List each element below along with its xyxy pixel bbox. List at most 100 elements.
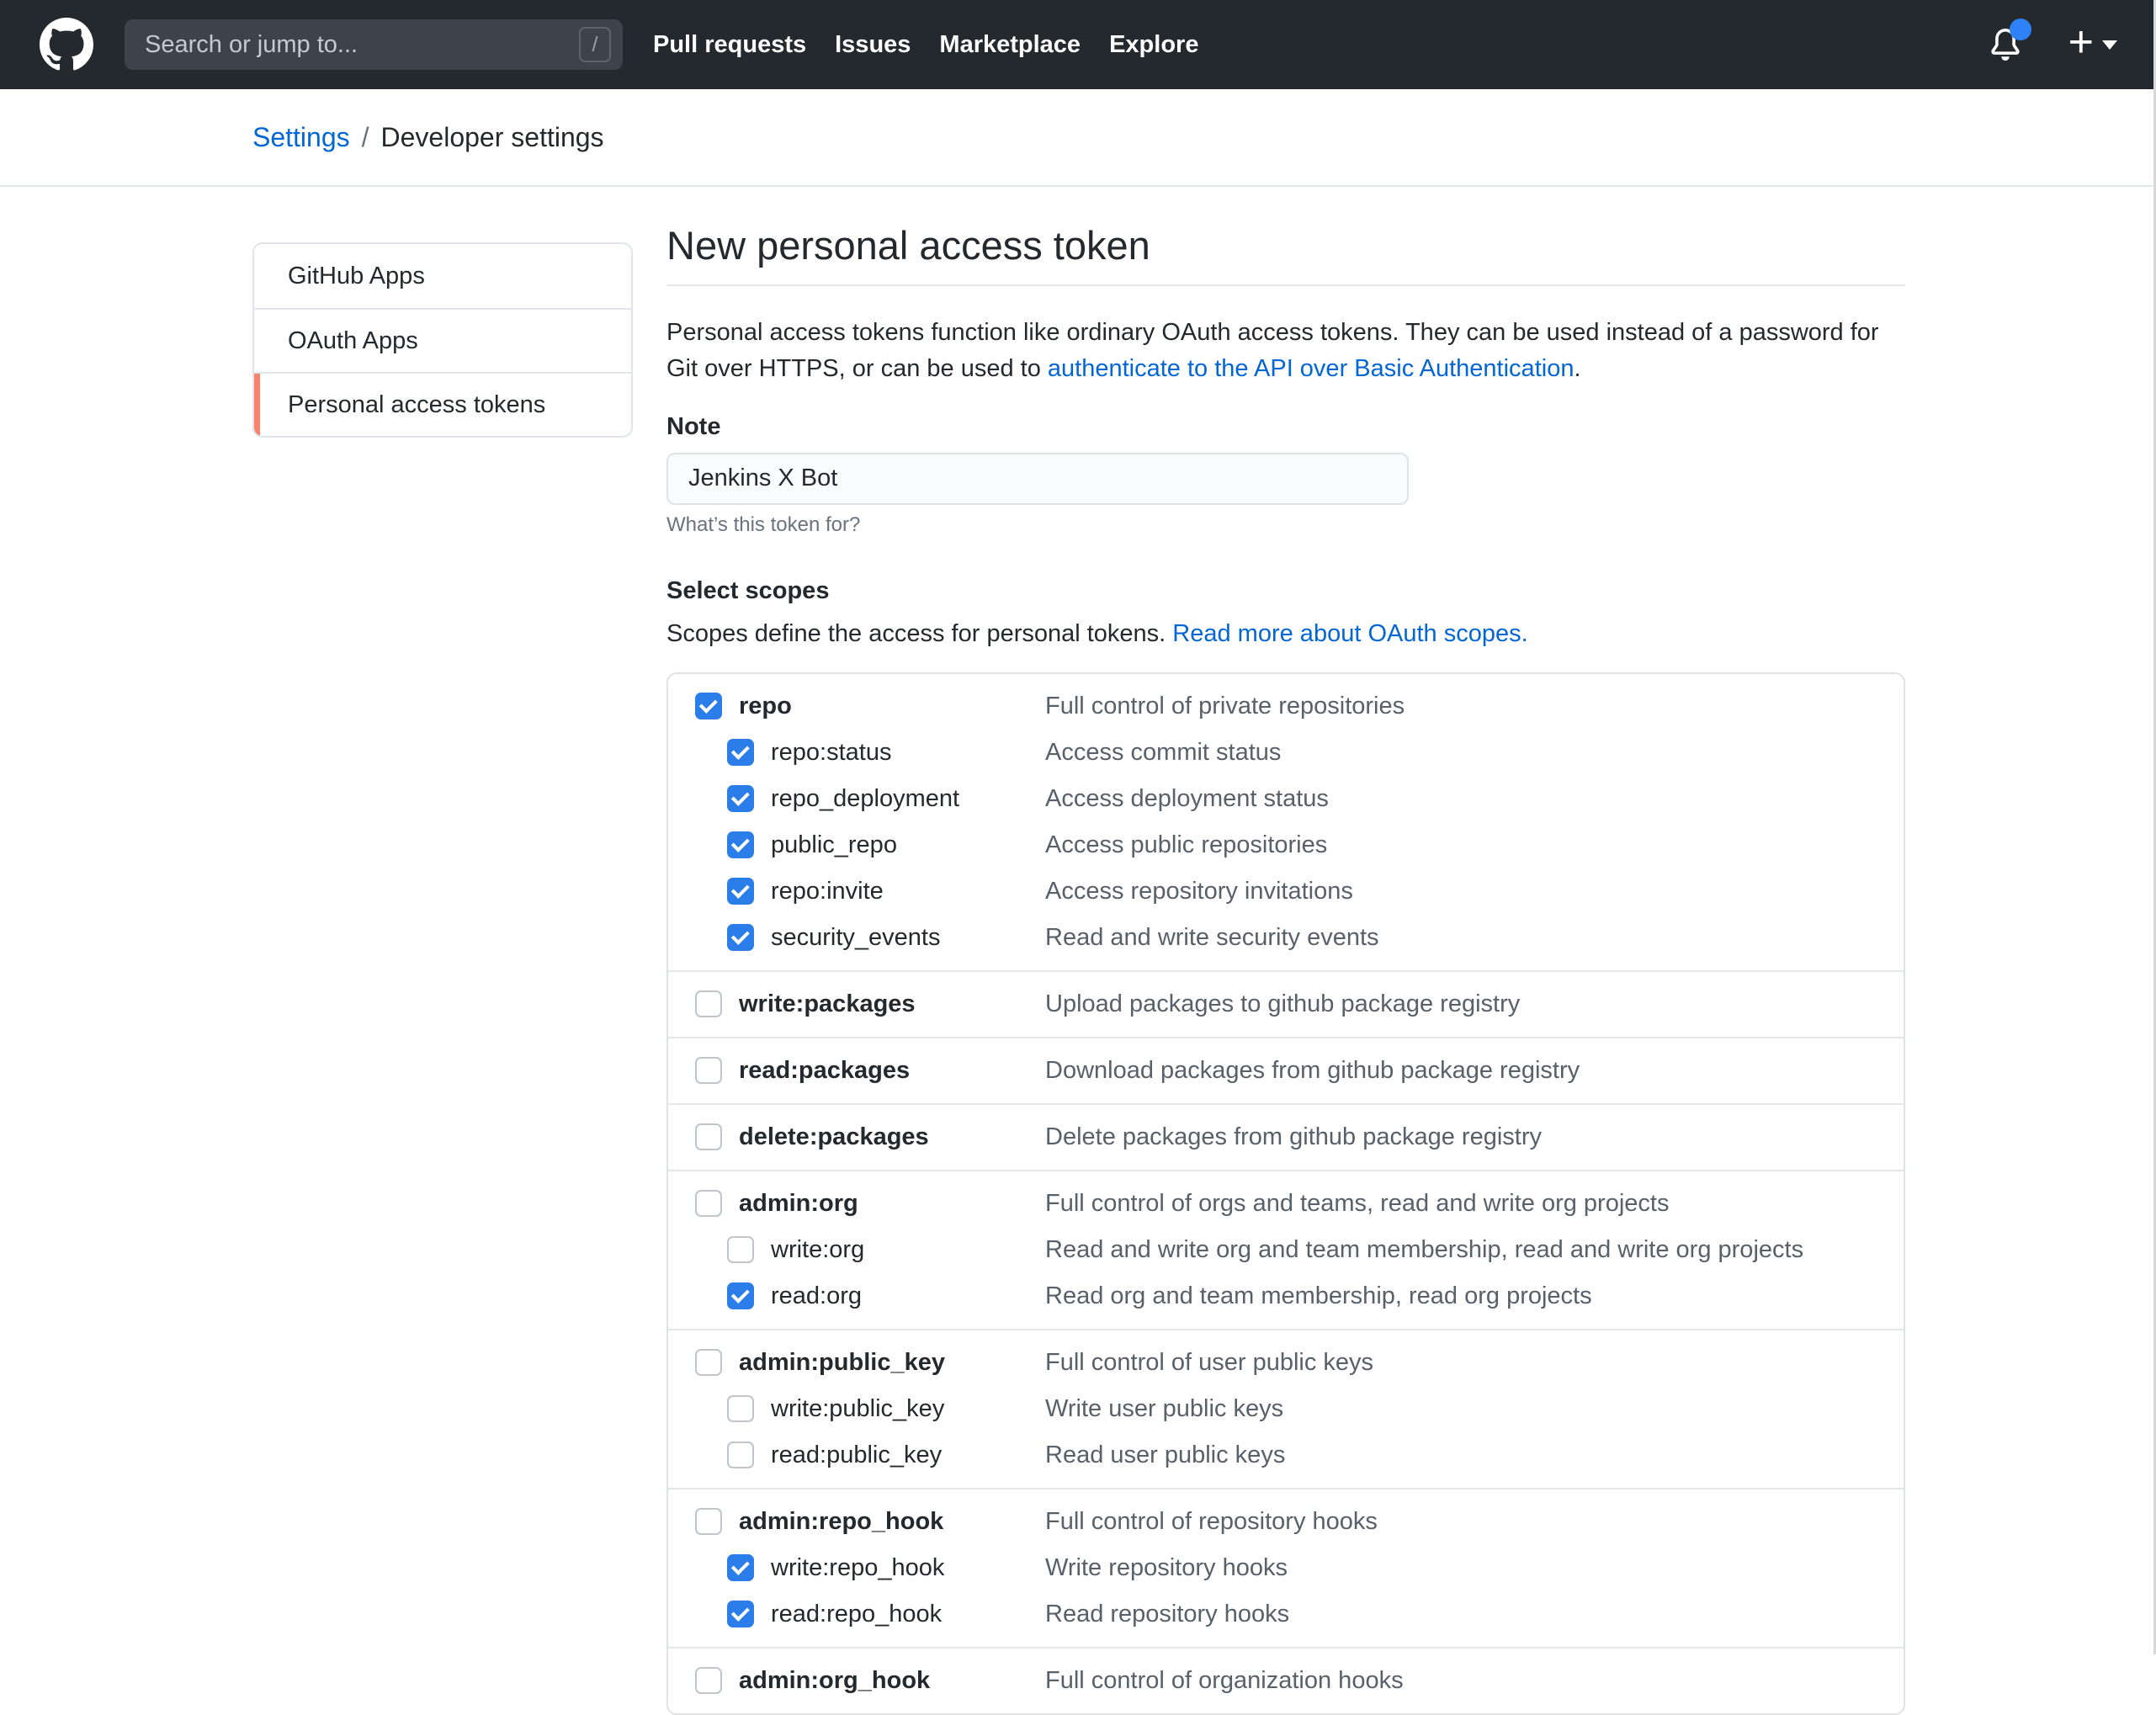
scope-checkbox-admin-public-key[interactable]	[695, 1349, 722, 1376]
scope-description: Read and write security events	[1045, 924, 1379, 952]
slash-key-hint: /	[579, 27, 611, 62]
scope-description: Full control of orgs and teams, read and…	[1045, 1190, 1669, 1218]
scope-row: public_repo Access public repositories	[668, 822, 1904, 868]
scope-checkbox-write-public-key[interactable]	[727, 1395, 754, 1422]
oauth-scopes-link[interactable]: Read more about OAuth scopes.	[1172, 620, 1527, 647]
app-header: / Pull requests Issues Marketplace Explo…	[0, 0, 2156, 89]
title-divider	[666, 284, 1905, 286]
scope-row: delete:packages Delete packages from git…	[668, 1114, 1904, 1160]
scope-row: read:packages Download packages from git…	[668, 1048, 1904, 1094]
scopes-intro: Scopes define the access for personal to…	[666, 620, 1905, 648]
scope-row: repo Full control of private repositorie…	[668, 683, 1904, 730]
scope-checkbox-repo[interactable]	[695, 693, 722, 719]
scope-checkbox-read-public-key[interactable]	[727, 1442, 754, 1468]
scope-name: delete:packages	[739, 1123, 929, 1151]
scope-checkbox-read-packages[interactable]	[695, 1057, 722, 1084]
intro-text-end: .	[1574, 355, 1580, 382]
scope-group-repo: repo Full control of private repositorie…	[668, 674, 1904, 970]
breadcrumb-separator: /	[350, 122, 381, 153]
scope-name: admin:org	[739, 1190, 858, 1218]
notifications-button[interactable]	[1989, 29, 2021, 61]
scopes-list: repo Full control of private repositorie…	[666, 672, 1905, 1715]
page-title: New personal access token	[666, 224, 1905, 268]
select-scopes-heading: Select scopes	[666, 577, 1905, 605]
scope-name: admin:org_hook	[739, 1667, 930, 1695]
github-logo-icon[interactable]	[39, 18, 94, 72]
breadcrumb-settings-link[interactable]: Settings	[252, 122, 350, 153]
plus-icon: +	[2068, 20, 2094, 64]
scope-description: Read user public keys	[1045, 1442, 1285, 1469]
scope-row: security_events Read and write security …	[668, 915, 1904, 961]
scope-name: read:public_key	[771, 1442, 942, 1469]
scope-name: repo_deployment	[771, 785, 959, 813]
sidebar-item-github-apps[interactable]: GitHub Apps	[254, 244, 631, 308]
scope-description: Write repository hooks	[1045, 1554, 1288, 1582]
nav-issues[interactable]: Issues	[835, 31, 911, 59]
scope-checkbox-repo-invite[interactable]	[727, 878, 754, 905]
settings-menu: GitHub Apps OAuth Apps Personal access t…	[252, 242, 633, 438]
scope-checkbox-write-org[interactable]	[727, 1236, 754, 1263]
scope-description: Write user public keys	[1045, 1395, 1283, 1423]
scope-checkbox-repo-deployment[interactable]	[727, 785, 754, 812]
scope-description: Access repository invitations	[1045, 878, 1353, 905]
unread-notification-dot	[2010, 19, 2031, 40]
search-input[interactable]	[143, 30, 579, 60]
scope-name: repo:invite	[771, 878, 884, 905]
scope-name: security_events	[771, 924, 941, 952]
scope-checkbox-read-org[interactable]	[727, 1282, 754, 1309]
sidebar-item-label: GitHub Apps	[288, 263, 425, 290]
scope-checkbox-admin-org-hook[interactable]	[695, 1667, 722, 1694]
scope-row: repo:status Access commit status	[668, 730, 1904, 776]
scope-group-admin-repo-hook: admin:repo_hook Full control of reposito…	[668, 1488, 1904, 1647]
scope-checkbox-read-repo-hook[interactable]	[727, 1601, 754, 1627]
scope-row: read:repo_hook Read repository hooks	[668, 1591, 1904, 1638]
scope-description: Read repository hooks	[1045, 1601, 1289, 1628]
scope-row: write:org Read and write org and team me…	[668, 1227, 1904, 1273]
nav-pull-requests[interactable]: Pull requests	[653, 31, 806, 59]
scope-checkbox-write-packages[interactable]	[695, 990, 722, 1017]
scope-row: write:repo_hook Write repository hooks	[668, 1545, 1904, 1591]
sidebar-item-oauth-apps[interactable]: OAuth Apps	[254, 308, 631, 372]
scope-group-read-packages: read:packages Download packages from git…	[668, 1037, 1904, 1103]
scope-description: Full control of private repositories	[1045, 693, 1405, 720]
scope-name: repo	[739, 693, 792, 720]
scope-description: Read and write org and team membership, …	[1045, 1236, 1803, 1264]
scope-row: admin:org_hook Full control of organizat…	[668, 1658, 1904, 1704]
scope-name: write:org	[771, 1236, 864, 1264]
basic-auth-link[interactable]: authenticate to the API over Basic Authe…	[1048, 355, 1575, 382]
scope-name: write:repo_hook	[771, 1554, 944, 1582]
scope-description: Access deployment status	[1045, 785, 1329, 813]
scope-row: repo:invite Access repository invitation…	[668, 868, 1904, 915]
caret-down-icon	[2102, 40, 2117, 50]
scope-name: public_repo	[771, 831, 897, 859]
scope-row: admin:public_key Full control of user pu…	[668, 1340, 1904, 1386]
scope-checkbox-public-repo[interactable]	[727, 831, 754, 858]
scope-description: Upload packages to github package regist…	[1045, 990, 1520, 1018]
nav-explore[interactable]: Explore	[1109, 31, 1198, 59]
scope-checkbox-admin-org[interactable]	[695, 1190, 722, 1217]
sidebar-item-personal-access-tokens[interactable]: Personal access tokens	[254, 372, 631, 436]
scope-row: write:packages Upload packages to github…	[668, 981, 1904, 1027]
scope-name: read:packages	[739, 1057, 910, 1085]
scope-name: read:repo_hook	[771, 1601, 942, 1628]
scope-row: read:org Read org and team membership, r…	[668, 1273, 1904, 1319]
scope-checkbox-security-events[interactable]	[727, 924, 754, 951]
scope-description: Full control of repository hooks	[1045, 1508, 1378, 1536]
scopes-intro-text: Scopes define the access for personal to…	[666, 620, 1172, 647]
breadcrumb-current: Developer settings	[381, 122, 604, 153]
create-new-button[interactable]: +	[2068, 25, 2117, 64]
scope-name: admin:public_key	[739, 1349, 945, 1377]
scope-group-write-packages: write:packages Upload packages to github…	[668, 970, 1904, 1037]
scope-checkbox-repo-status[interactable]	[727, 739, 754, 766]
scope-checkbox-delete-packages[interactable]	[695, 1123, 722, 1150]
scope-checkbox-write-repo-hook[interactable]	[727, 1554, 754, 1581]
note-label: Note	[666, 413, 720, 440]
note-input[interactable]	[666, 453, 1409, 505]
header-nav: Pull requests Issues Marketplace Explore	[653, 31, 1198, 59]
scope-checkbox-admin-repo-hook[interactable]	[695, 1508, 722, 1535]
scope-row: admin:org Full control of orgs and teams…	[668, 1181, 1904, 1227]
nav-marketplace[interactable]: Marketplace	[939, 31, 1081, 59]
scope-group-admin-org: admin:org Full control of orgs and teams…	[668, 1170, 1904, 1329]
intro-paragraph: Personal access tokens function like ord…	[666, 315, 1905, 388]
scope-description: Full control of user public keys	[1045, 1349, 1373, 1377]
